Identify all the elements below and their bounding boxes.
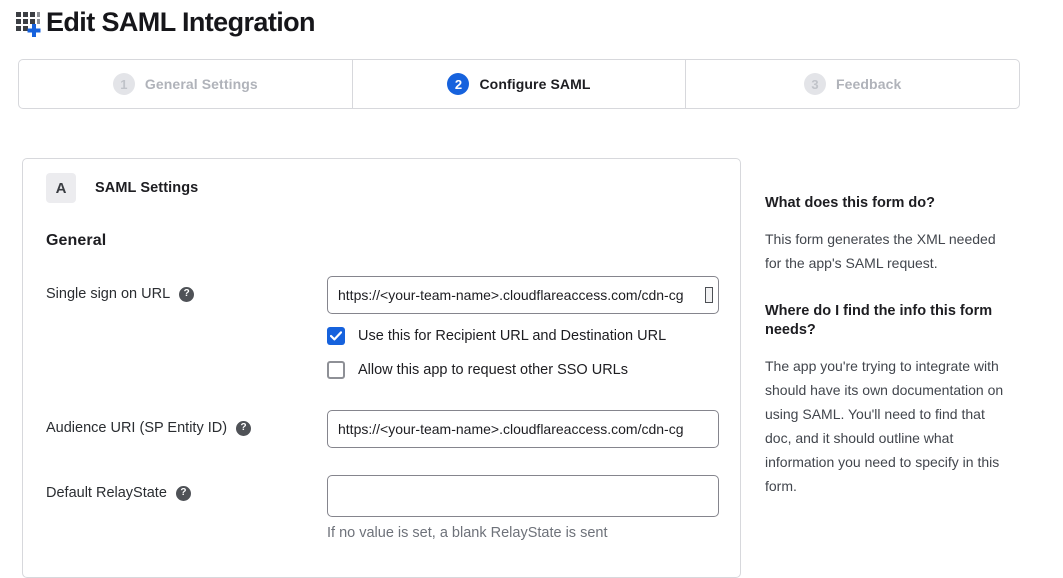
step-feedback[interactable]: 3 Feedback [685, 60, 1019, 108]
field-label-relay-state: Default RelayState ? [46, 475, 327, 501]
saml-settings-card: A SAML Settings General Single sign on U… [22, 158, 741, 578]
relay-state-hint: If no value is set, a blank RelayState i… [327, 525, 719, 541]
step-general-settings[interactable]: 1 General Settings [19, 60, 352, 108]
help-heading: Where do I find the info this form needs… [765, 302, 1013, 340]
step-number-badge: 2 [447, 73, 469, 95]
field-label-sso-url: Single sign on URL ? [46, 276, 327, 302]
step-label: General Settings [145, 76, 258, 92]
text-cursor [705, 287, 713, 303]
field-label-text: Audience URI (SP Entity ID) [46, 420, 227, 436]
step-label: Configure SAML [479, 76, 590, 92]
help-heading: What does this form do? [765, 194, 1013, 213]
main-content: A SAML Settings General Single sign on U… [22, 158, 1063, 578]
step-number-badge: 3 [804, 73, 826, 95]
section-badge: A [46, 173, 76, 203]
section-header: A SAML Settings [46, 173, 716, 203]
group-heading-general: General [46, 232, 716, 250]
field-label-audience-uri: Audience URI (SP Entity ID) ? [46, 410, 327, 436]
field-label-text: Default RelayState [46, 485, 167, 501]
section-title: SAML Settings [95, 180, 198, 196]
help-panel: What does this form do? This form genera… [765, 158, 1013, 498]
help-section-what: What does this form do? This form genera… [765, 194, 1013, 275]
help-icon[interactable]: ? [236, 421, 251, 436]
page-header: Edit SAML Integration [0, 0, 1063, 38]
add-app-grid-icon [14, 9, 42, 37]
checkbox-other-sso-urls[interactable]: Allow this app to request other SSO URLs [327, 361, 719, 379]
wizard-stepper: 1 General Settings 2 Configure SAML 3 Fe… [18, 59, 1020, 109]
checkbox-unchecked-icon[interactable] [327, 361, 345, 379]
help-body: The app you're trying to integrate with … [765, 354, 1013, 498]
form-row-audience-uri: Audience URI (SP Entity ID) ? [46, 410, 716, 448]
checkbox-label: Use this for Recipient URL and Destinati… [358, 328, 666, 344]
field-control-audience-uri [327, 410, 719, 448]
relay-state-input[interactable] [327, 475, 719, 517]
sso-url-input[interactable] [327, 276, 719, 314]
step-number-badge: 1 [113, 73, 135, 95]
checkbox-checked-icon[interactable] [327, 327, 345, 345]
help-body: This form generates the XML needed for t… [765, 227, 1013, 275]
checkbox-recipient-destination[interactable]: Use this for Recipient URL and Destinati… [327, 327, 719, 345]
field-control-sso-url: Use this for Recipient URL and Destinati… [327, 276, 719, 379]
checkbox-label: Allow this app to request other SSO URLs [358, 362, 628, 378]
field-label-text: Single sign on URL [46, 286, 170, 302]
field-control-relay-state: If no value is set, a blank RelayState i… [327, 475, 719, 541]
step-configure-saml[interactable]: 2 Configure SAML [352, 60, 686, 108]
help-section-where: Where do I find the info this form needs… [765, 302, 1013, 498]
form-row-sso-url: Single sign on URL ? Use this for Recipi… [46, 276, 716, 379]
help-icon[interactable]: ? [176, 486, 191, 501]
help-icon[interactable]: ? [179, 287, 194, 302]
step-label: Feedback [836, 76, 901, 92]
form-row-relay-state: Default RelayState ? If no value is set,… [46, 475, 716, 541]
audience-uri-input[interactable] [327, 410, 719, 448]
page-title: Edit SAML Integration [46, 7, 315, 38]
